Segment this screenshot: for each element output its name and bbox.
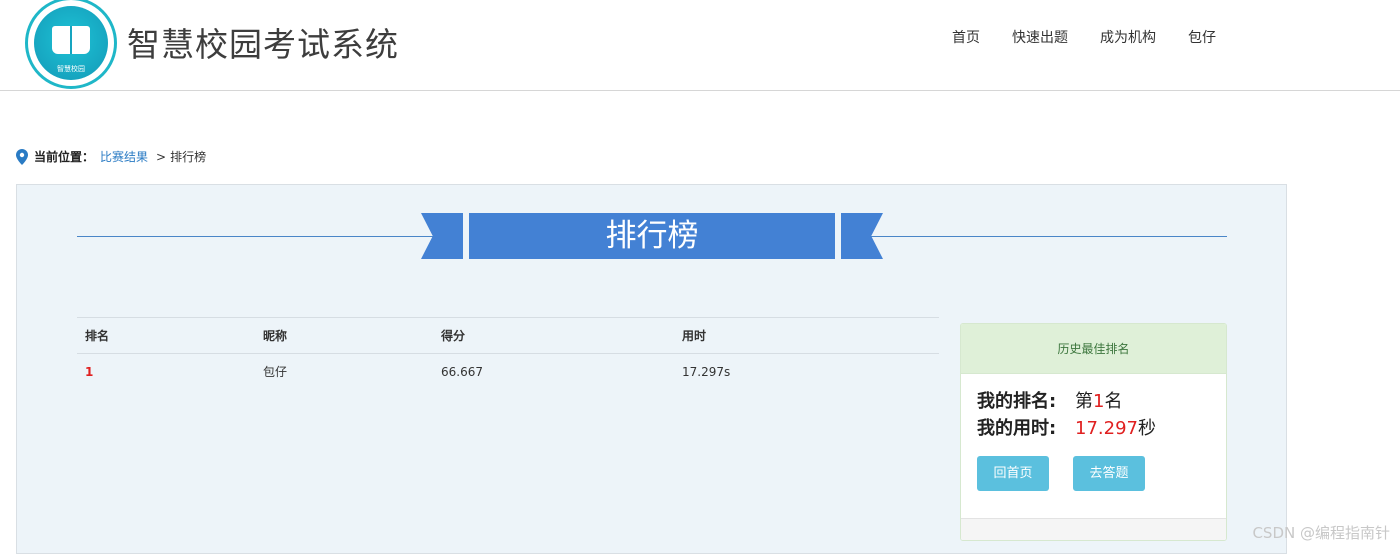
breadcrumb: 当前位置： 比赛结果 > 排行榜 (16, 148, 206, 165)
table-header-row: 排名 昵称 得分 用时 (77, 318, 939, 354)
column-header-score: 得分 (433, 318, 674, 354)
table-row: 1 包仔 66.667 17.297s (77, 354, 939, 390)
ribbon-line-right (867, 236, 1227, 237)
card-title: 历史最佳排名 (961, 324, 1226, 374)
ranking-table: 排名 昵称 得分 用时 1 包仔 66.667 17.297s (77, 317, 939, 390)
time-value: 17.297 (1075, 418, 1138, 439)
my-time-row: 我的用时:17.297秒 (977, 415, 1210, 442)
column-header-rank: 排名 (77, 318, 255, 354)
breadcrumb-separator: > (156, 150, 166, 164)
card-actions: 回首页 去答题 (977, 456, 1210, 491)
go-answer-button[interactable]: 去答题 (1073, 456, 1145, 491)
top-nav: 首页 快速出题 成为机构 包仔 (952, 28, 1248, 48)
book-icon (52, 26, 90, 54)
cell-nickname: 包仔 (255, 354, 433, 390)
cell-time: 17.297s (674, 354, 939, 390)
ribbon-line-left (77, 236, 437, 237)
logo-emblem: 智慧校园 (34, 6, 108, 80)
nav-item-quick-question[interactable]: 快速出题 (1012, 28, 1068, 48)
nav-item-home[interactable]: 首页 (952, 28, 980, 48)
my-rank-label: 我的排名: (977, 388, 1075, 415)
cell-rank: 1 (77, 354, 255, 390)
nav-item-become-org[interactable]: 成为机构 (1100, 28, 1156, 48)
column-header-time: 用时 (674, 318, 939, 354)
card-footer (961, 518, 1226, 540)
logo[interactable]: 智慧校园 (25, 0, 117, 89)
watermark: CSDN @编程指南针 (1252, 522, 1390, 543)
my-rank-row: 我的排名:第1名 (977, 388, 1210, 415)
rank-value: 1 (1093, 391, 1104, 412)
time-suffix: 秒 (1138, 418, 1156, 439)
ribbon-title: 排行榜 (469, 213, 835, 259)
breadcrumb-link-results[interactable]: 比赛结果 (100, 148, 148, 165)
leaderboard-panel: 排行榜 排名 昵称 得分 用时 1 包仔 66.667 17.297s 历史最佳… (16, 184, 1287, 554)
breadcrumb-current: 排行榜 (170, 148, 206, 165)
site-title: 智慧校园考试系统 (127, 18, 399, 66)
rank-suffix: 名 (1104, 391, 1122, 412)
card-body: 我的排名:第1名 我的用时:17.297秒 回首页 去答题 (961, 374, 1226, 491)
nav-item-user[interactable]: 包仔 (1188, 28, 1216, 48)
logo-text: 智慧校园 (52, 64, 90, 74)
rank-prefix: 第 (1075, 391, 1093, 412)
my-time-label: 我的用时: (977, 415, 1075, 442)
header: 智慧校园 智慧校园考试系统 首页 快速出题 成为机构 包仔 (0, 0, 1400, 91)
column-header-nickname: 昵称 (255, 318, 433, 354)
breadcrumb-label: 当前位置： (34, 148, 94, 165)
back-home-button[interactable]: 回首页 (977, 456, 1049, 491)
cell-score: 66.667 (433, 354, 674, 390)
best-rank-card: 历史最佳排名 我的排名:第1名 我的用时:17.297秒 回首页 去答题 (960, 323, 1227, 541)
location-pin-icon (16, 149, 28, 165)
